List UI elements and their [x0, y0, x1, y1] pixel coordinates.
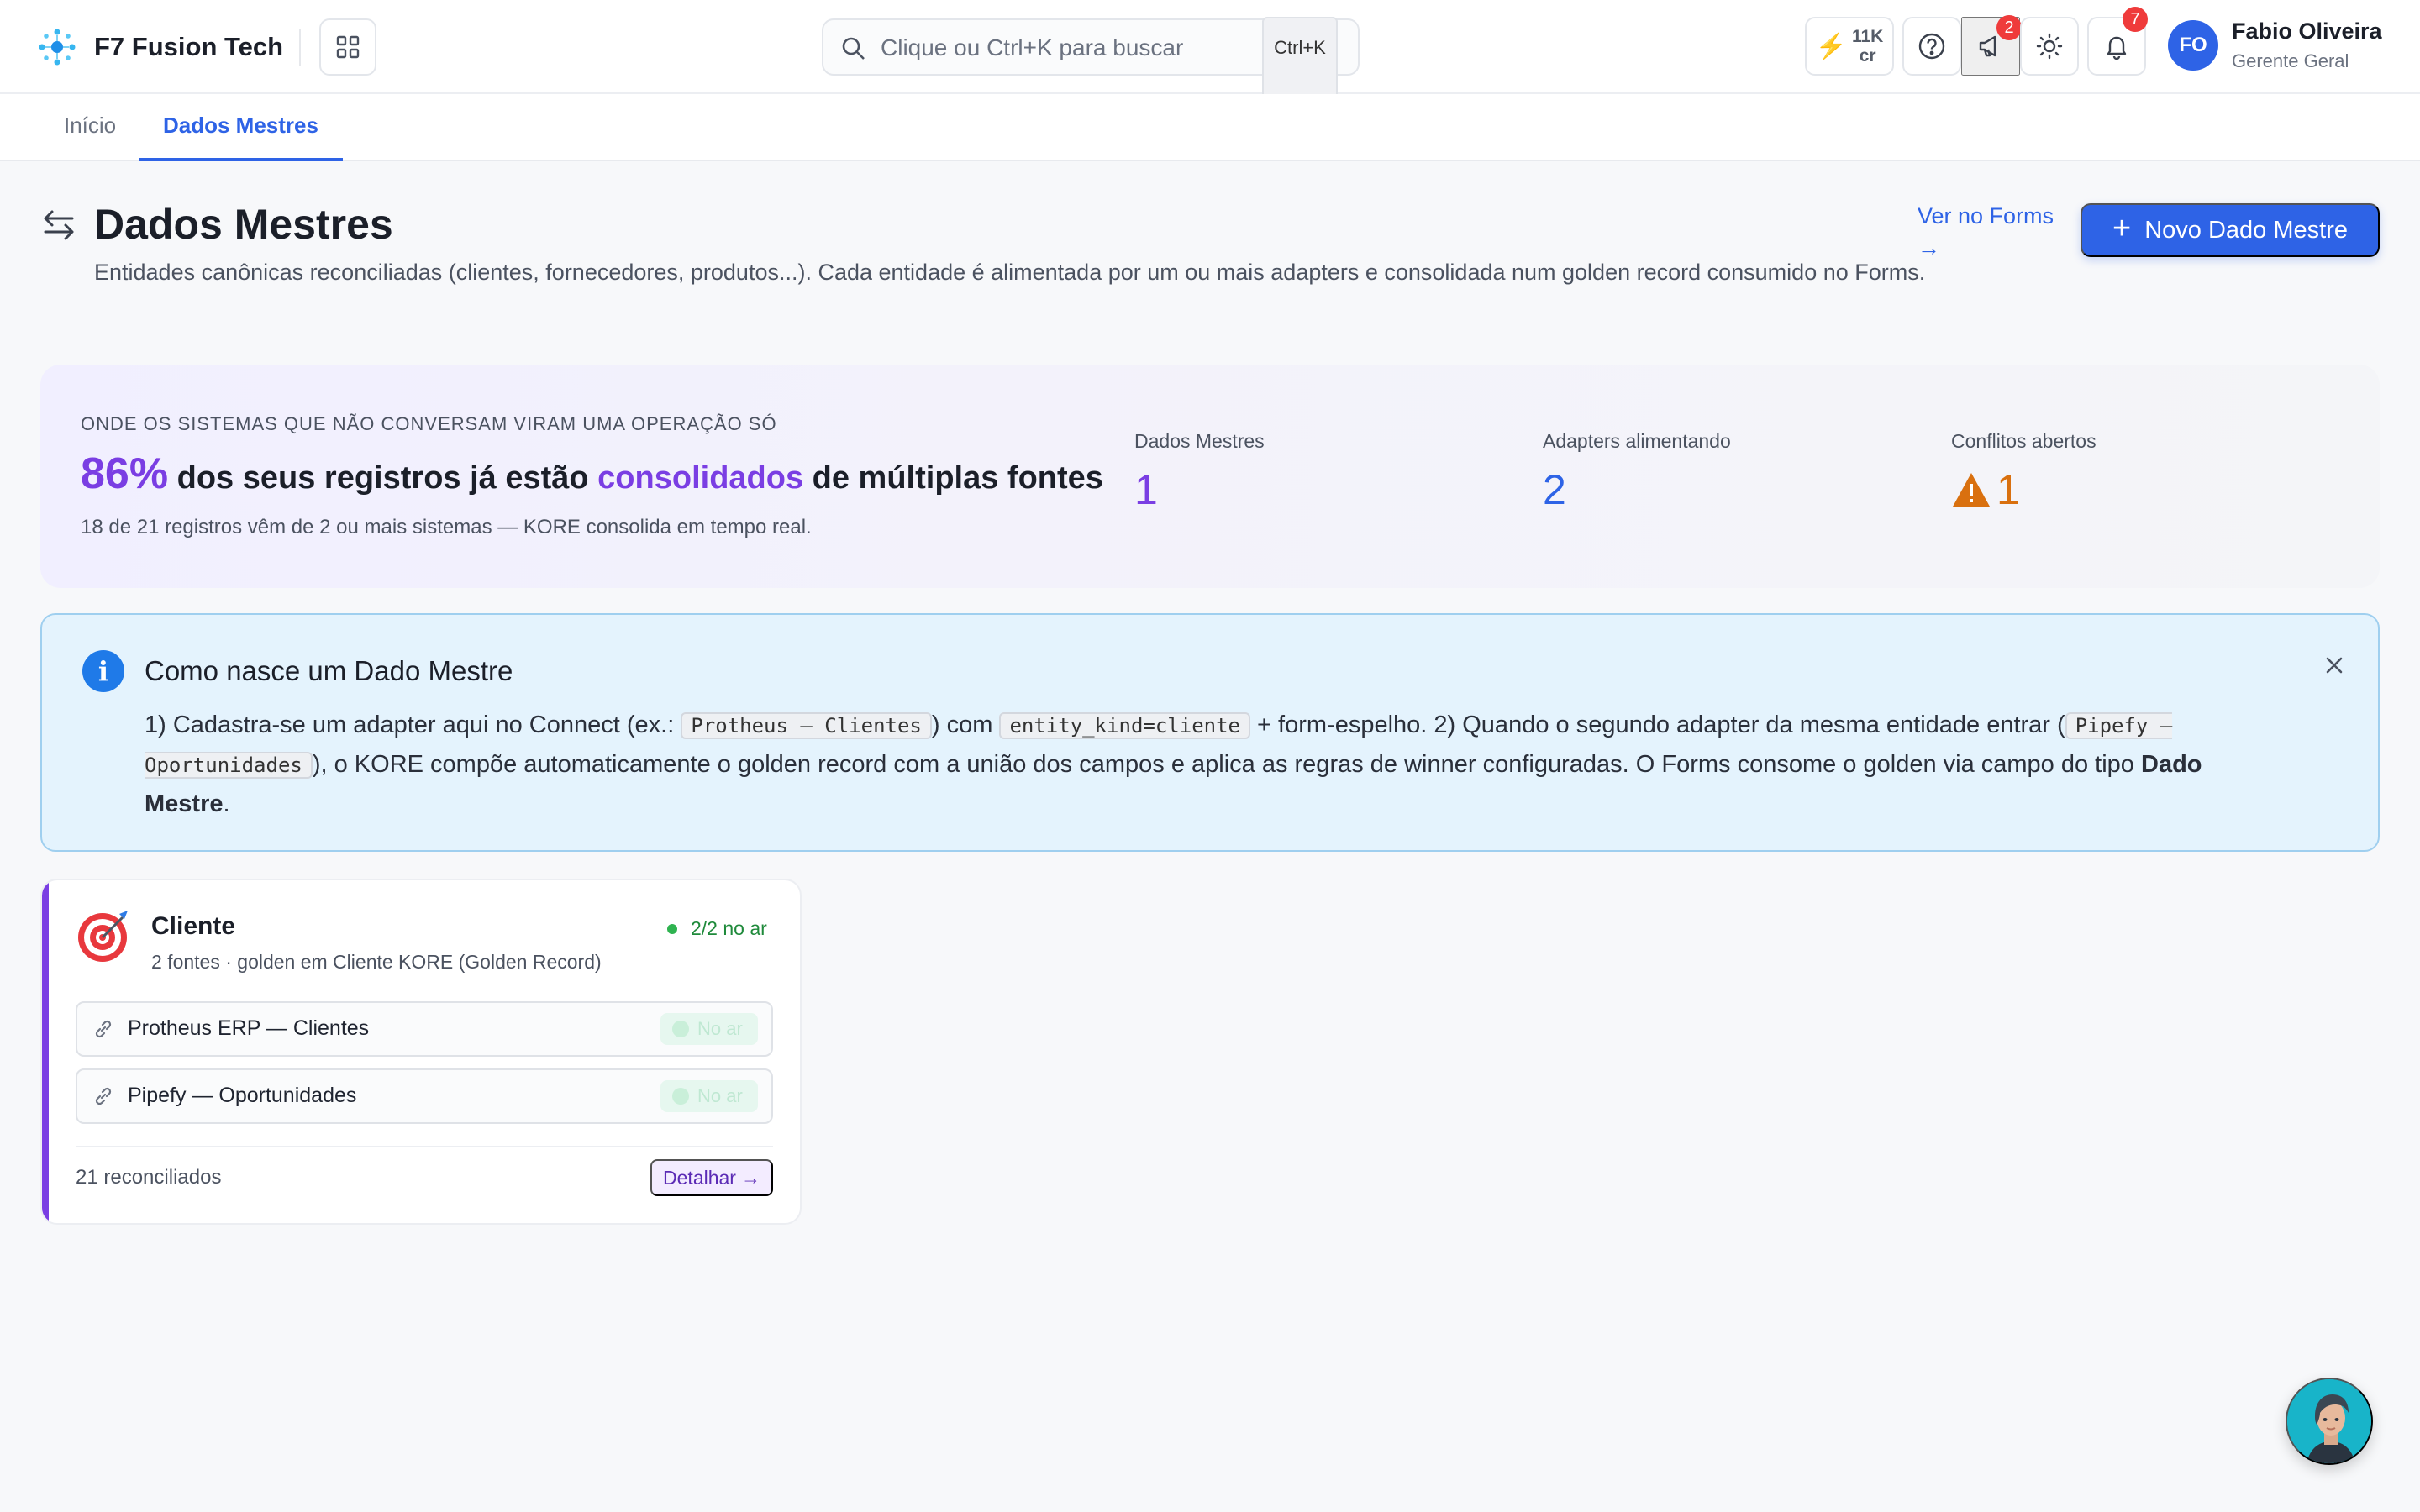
bell-icon [2107, 36, 2127, 60]
card-divider [76, 1146, 773, 1147]
user-avatar[interactable]: FO [2168, 20, 2218, 71]
user-name[interactable]: Fabio Oliveira [2232, 18, 2382, 45]
callout-text-4: ), o KORE compõe automaticamente o golde… [312, 751, 2141, 778]
callout-text-2: ) com [931, 711, 1000, 738]
plus-icon: + [2112, 210, 2132, 246]
source-status-text: No ar [697, 1085, 743, 1106]
link-icon [95, 1020, 112, 1038]
brand[interactable]: F7 Fusion Tech [34, 22, 283, 72]
how-master-data-is-born-callout: i Como nasce um Dado Mestre 1) Cadastra-… [40, 613, 2380, 852]
active-tab-indicator [139, 158, 343, 161]
announcements-button[interactable]: 2 [1961, 15, 2022, 76]
entity-status-text: 2/2 no ar [691, 917, 767, 939]
sun-icon [2036, 33, 2063, 60]
new-master-data-button[interactable]: + Novo Dado Mestre [2081, 203, 2380, 257]
summary-subtitle: 18 de 21 registros vêm de 2 ou mais sist… [81, 516, 812, 538]
stat-adapters-value: 2 [1543, 466, 1566, 513]
notifications-badge: 7 [2123, 7, 2148, 32]
headline-part-b: de múltiplas fontes [803, 460, 1103, 496]
tab-dados-mestres[interactable]: Dados Mestres [163, 113, 318, 139]
info-icon: i [82, 650, 124, 692]
credits-button[interactable]: ⚡ 11K cr [1805, 17, 1894, 76]
callout-title: Como nasce um Dado Mestre [145, 655, 513, 686]
callout-text-5: . [223, 790, 230, 817]
source-name: Pipefy — Oportunidades [128, 1084, 357, 1107]
callout-body: 1) Cadastra-se um adapter aqui no Connec… [145, 706, 2279, 823]
announcements-badge: 2 [1996, 15, 2022, 40]
help-icon [1918, 33, 1945, 60]
source-status-pill: No ar [660, 1080, 758, 1112]
theme-toggle-button[interactable] [2020, 17, 2079, 76]
new-master-data-label: Novo Dado Mestre [2144, 216, 2348, 244]
status-dot-icon [667, 923, 677, 934]
detail-button[interactable]: Detalhar → [650, 1159, 773, 1196]
entity-card-cliente[interactable]: Cliente 2 fontes · golden em Cliente KOR… [40, 879, 802, 1225]
stat-conflicts-value: 1 [1996, 466, 2020, 513]
top-bar: F7 Fusion Tech Ctrl+K ⚡ 11K cr 2 [0, 0, 2420, 104]
reconciled-count: 21 reconciliados [76, 1166, 222, 1189]
user-role: Gerente Geral [2232, 50, 2349, 71]
arrow-right-icon: → [740, 1166, 760, 1189]
page-title: Dados Mestres [94, 201, 393, 248]
search-input[interactable] [881, 29, 1234, 67]
code-entity-kind: entity_kind=cliente [999, 712, 1250, 739]
source-name: Protheus ERP — Clientes [128, 1016, 370, 1040]
entity-subtitle: 2 fontes · golden em Cliente KORE (Golde… [151, 951, 602, 973]
entity-status: 2/2 no ar [667, 917, 767, 940]
stat-conflicts[interactable]: 1 [1951, 465, 2020, 514]
consolidation-summary: ONDE OS SISTEMAS QUE NÃO CONVERSAM VIRAM… [40, 365, 2380, 588]
detail-label: Detalhar [663, 1166, 736, 1189]
notifications-button[interactable]: 7 [2087, 7, 2148, 76]
tab-inicio[interactable]: Início [64, 113, 116, 139]
search-shortcut-hint: Ctrl+K [1262, 17, 1338, 104]
credits-value: 11K [1851, 27, 1884, 46]
headline-highlight: consolidados [597, 460, 804, 496]
callout-text-1: 1) Cadastra-se um adapter aqui no Connec… [145, 711, 681, 738]
header-divider [299, 29, 301, 66]
target-icon [78, 911, 128, 962]
source-row[interactable]: Pipefy — Oportunidades No ar [76, 1068, 773, 1124]
credits-text: 11K cr [1852, 27, 1883, 66]
lightning-icon: ⚡ [1815, 32, 1847, 60]
link-icon [95, 1087, 112, 1105]
swap-arrows-icon [44, 210, 74, 240]
assistant-avatar-icon [2287, 1379, 2371, 1463]
credits-unit: cr [1859, 46, 1876, 66]
card-accent-bar [42, 880, 49, 1223]
warning-icon [1953, 473, 1990, 507]
stat-conflicts-label: Conflitos abertos [1951, 430, 2096, 452]
search-icon [842, 37, 865, 60]
summary-eyebrow: ONDE OS SISTEMAS QUE NÃO CONVERSAM VIRAM… [81, 413, 777, 434]
tab-bar: Início Dados Mestres [0, 94, 2420, 161]
stat-master-data-label: Dados Mestres [1134, 430, 1265, 452]
stat-master-data-value: 1 [1134, 466, 1158, 513]
status-dot-icon [672, 1088, 689, 1105]
source-status-text: No ar [697, 1018, 743, 1039]
source-status-pill: No ar [660, 1013, 758, 1045]
brand-name: F7 Fusion Tech [94, 32, 284, 61]
close-icon[interactable] [2317, 648, 2351, 682]
assistant-avatar-button[interactable] [2286, 1378, 2373, 1465]
grid-icon [336, 35, 360, 59]
callout-text-3: + form-espelho. 2) Quando o segundo adap… [1250, 711, 2065, 738]
source-row[interactable]: Protheus ERP — Clientes No ar [76, 1001, 773, 1057]
help-button[interactable] [1902, 17, 1961, 76]
brand-logo-icon [39, 29, 76, 66]
headline-part-a: dos seus registros já estão [168, 460, 598, 496]
entity-name: Cliente [151, 912, 236, 940]
page-description: Entidades canônicas reconciliadas (clien… [94, 260, 1926, 285]
stat-adapters-label: Adapters alimentando [1543, 430, 1731, 452]
status-dot-icon [672, 1021, 689, 1037]
view-in-forms-link[interactable]: Ver no Forms → [1918, 200, 2069, 264]
apps-grid-button[interactable] [319, 18, 376, 76]
code-protheus-clientes: Protheus — Clientes [681, 712, 932, 739]
consolidated-percent: 86% [81, 449, 169, 498]
summary-headline: 86% dos seus registros já estão consolid… [81, 449, 1103, 499]
